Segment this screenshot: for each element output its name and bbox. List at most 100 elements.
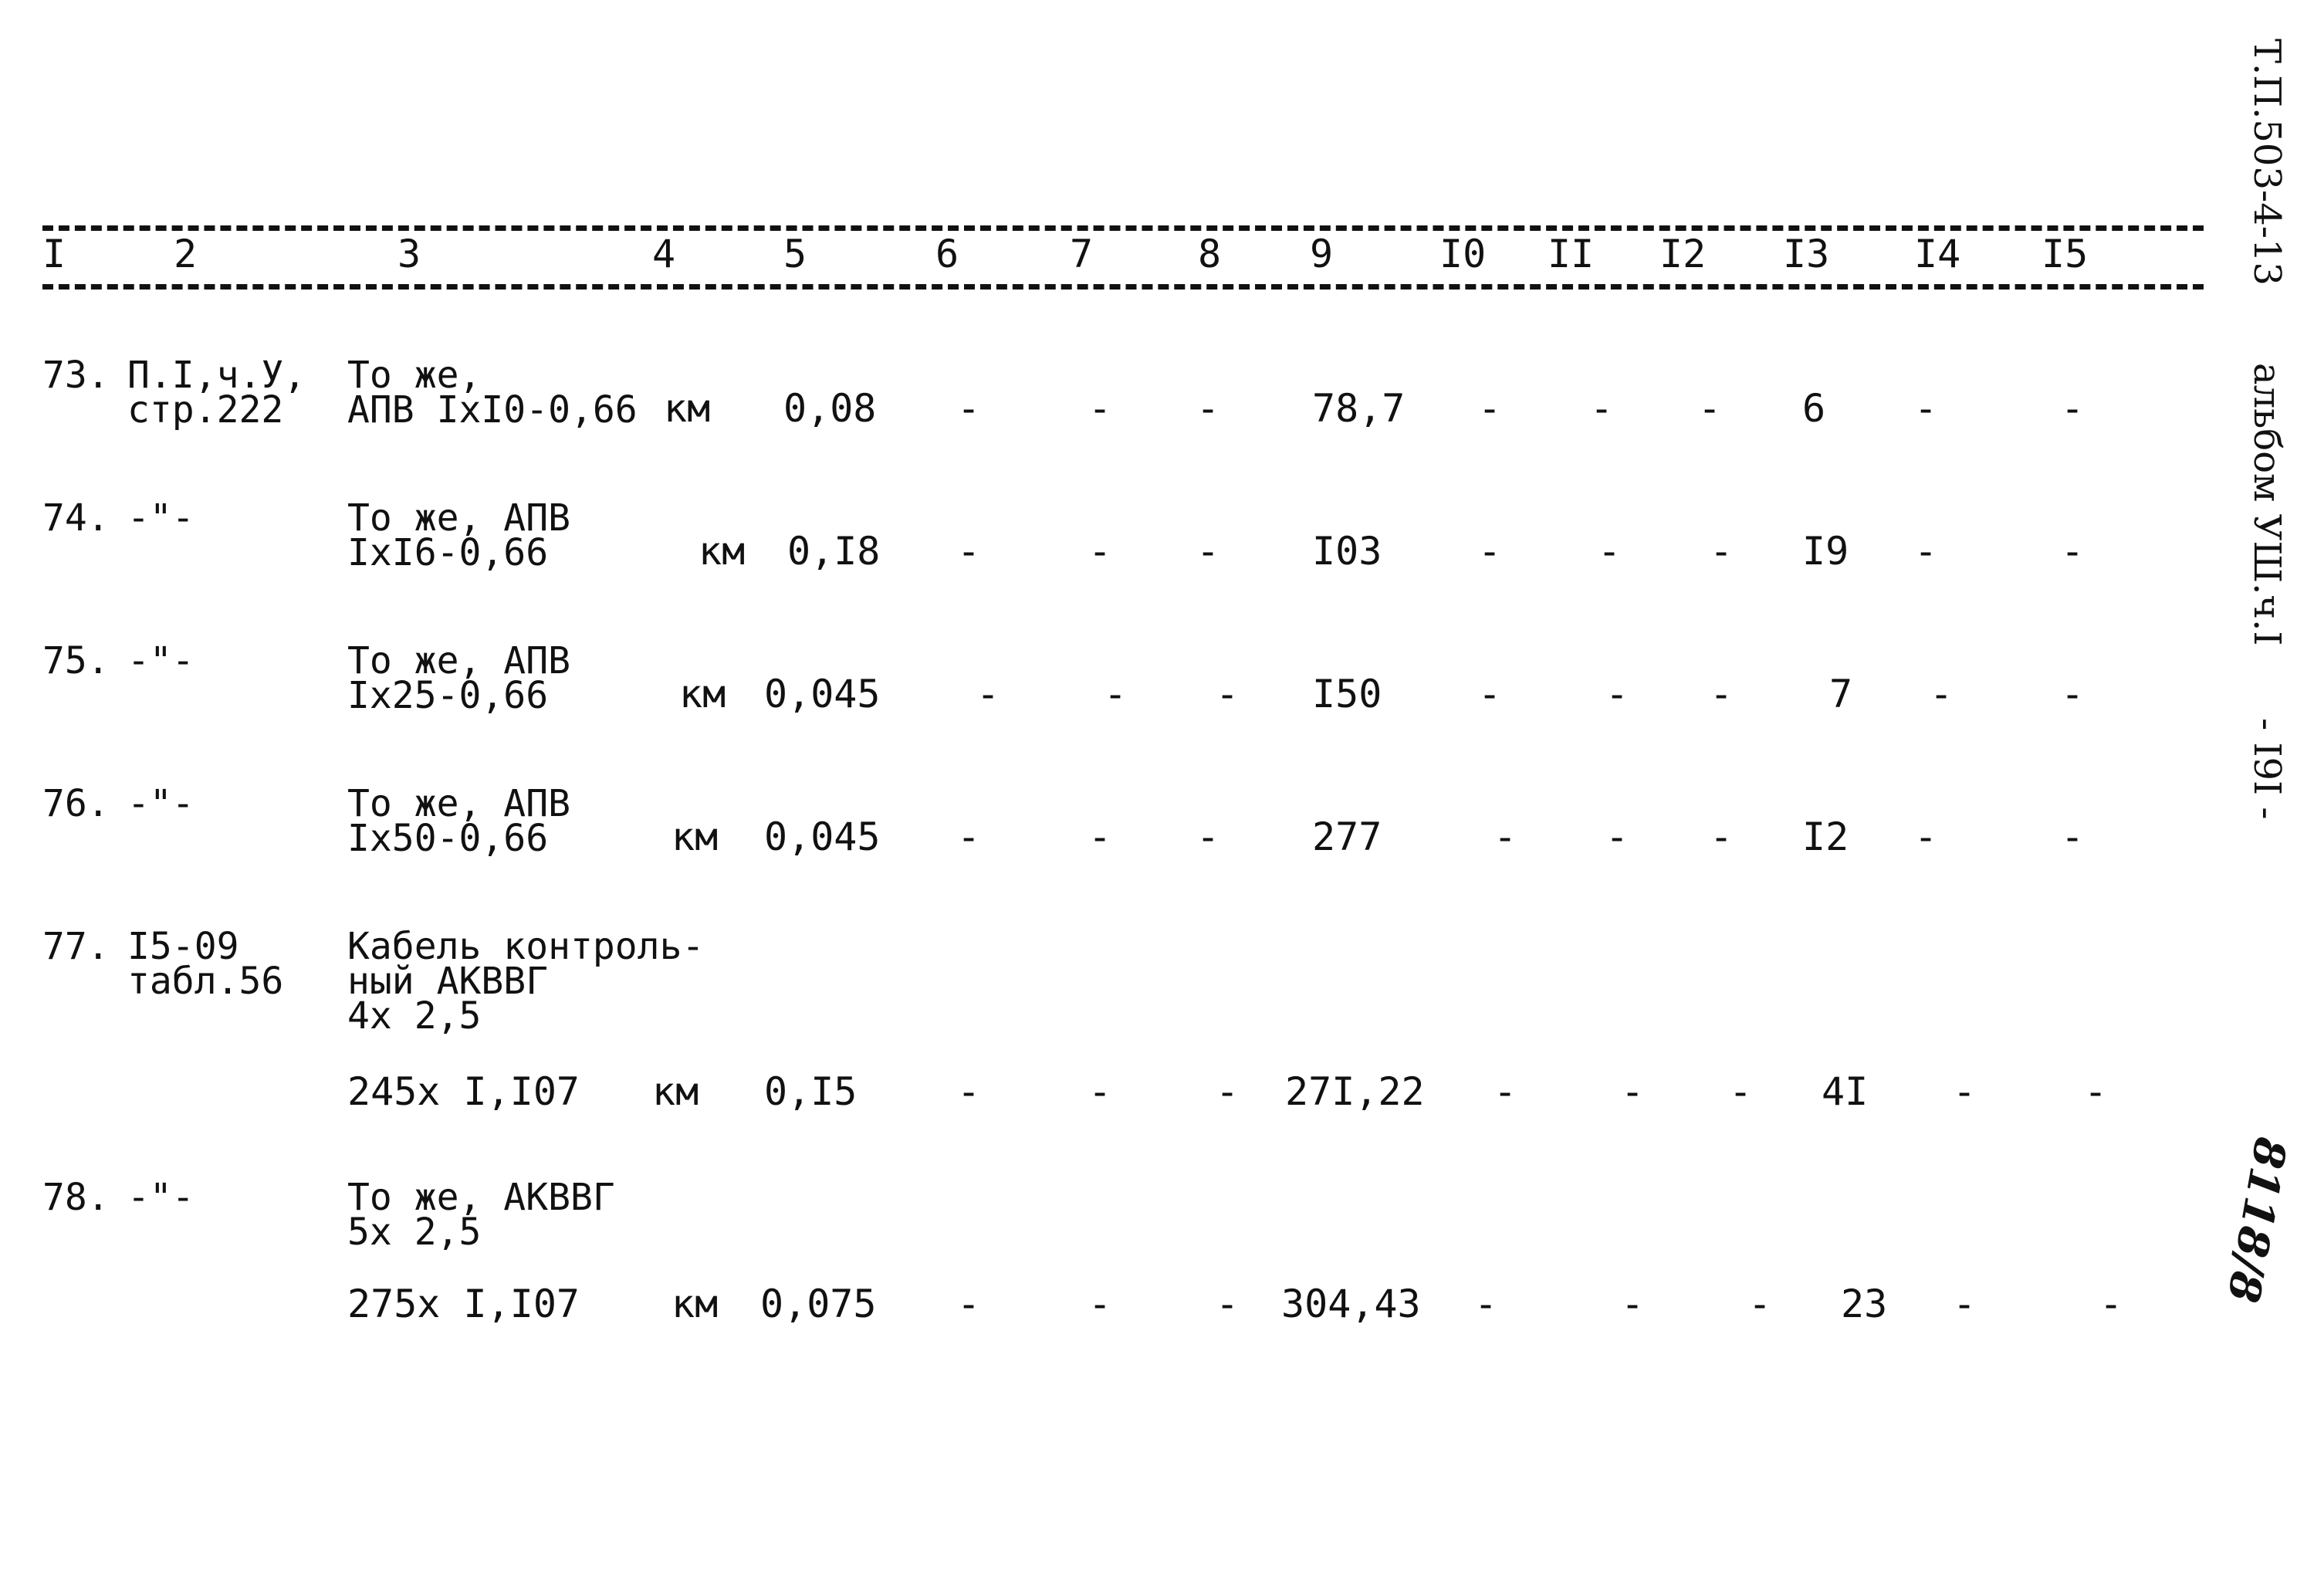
cell-col14: - bbox=[1953, 1069, 1977, 1114]
album-label: альбом УШ.ч.I bbox=[2245, 363, 2288, 646]
cell-col6: - bbox=[957, 386, 981, 431]
cell-col7: - bbox=[1088, 1282, 1112, 1326]
cell-col9: 78,7 bbox=[1312, 386, 1406, 431]
cell-col12: - bbox=[1698, 386, 1722, 431]
document-code: Т.П.503-4-13 bbox=[2245, 39, 2288, 286]
cell-col14: - bbox=[1914, 814, 1938, 859]
cell-col7: - bbox=[1104, 672, 1128, 716]
cell-col15: - bbox=[2084, 1069, 2108, 1114]
page-number: - I9I - bbox=[2245, 718, 2288, 820]
column-header: II bbox=[1548, 232, 1595, 276]
column-header: I4 bbox=[1914, 232, 1961, 276]
column-header: I bbox=[42, 232, 66, 276]
row-quantity: 0,045 bbox=[764, 672, 881, 716]
row-unit: км bbox=[664, 386, 711, 431]
cell-col13: I2 bbox=[1802, 814, 1849, 859]
cell-col7: - bbox=[1088, 814, 1112, 859]
column-header: 9 bbox=[1310, 232, 1334, 276]
row-reference: -"- bbox=[127, 1176, 195, 1219]
row-calculation: 245x I,I07 bbox=[347, 1069, 580, 1114]
row-number: 78. bbox=[42, 1176, 110, 1219]
cell-col14: - bbox=[1953, 1282, 1977, 1326]
cell-col9: I50 bbox=[1312, 672, 1382, 716]
cell-col13: 23 bbox=[1841, 1282, 1888, 1326]
row-quantity: 0,045 bbox=[764, 814, 881, 859]
row-quantity: 0,I5 bbox=[764, 1069, 858, 1114]
cell-col6: - bbox=[976, 672, 1000, 716]
cell-col7: - bbox=[1088, 386, 1112, 431]
row-number: 73. bbox=[42, 354, 110, 397]
column-header: I0 bbox=[1439, 232, 1487, 276]
cell-col8: - bbox=[1196, 814, 1220, 859]
cell-col6: - bbox=[957, 1069, 981, 1114]
column-header: 3 bbox=[397, 232, 421, 276]
row-number: 76. bbox=[42, 782, 110, 825]
cell-col13: 4I bbox=[1822, 1069, 1869, 1114]
cell-col14: - bbox=[1914, 386, 1938, 431]
cell-col14: - bbox=[1930, 672, 1954, 716]
row-unit: км bbox=[671, 1282, 719, 1326]
header-top-rule bbox=[42, 225, 2204, 231]
row-unit: км bbox=[699, 529, 746, 574]
column-header: 4 bbox=[652, 232, 676, 276]
row-calculation: 275x I,I07 bbox=[347, 1282, 580, 1326]
row-reference: -"- bbox=[127, 782, 195, 825]
cell-col13: I9 bbox=[1802, 529, 1849, 574]
cell-col9: I03 bbox=[1312, 529, 1382, 574]
cell-col12: - bbox=[1748, 1282, 1772, 1326]
row-reference: -"- bbox=[127, 496, 195, 540]
row-description: 5x 2,5 bbox=[347, 1211, 482, 1254]
handwritten-note: 8118/8 bbox=[2217, 1133, 2296, 1307]
cell-col8: - bbox=[1216, 1069, 1240, 1114]
cell-col15: - bbox=[2099, 1282, 2123, 1326]
cell-col8: - bbox=[1196, 529, 1220, 574]
cell-col11: - bbox=[1598, 529, 1622, 574]
cell-col11: - bbox=[1621, 1069, 1645, 1114]
cell-col9: 27I,22 bbox=[1285, 1069, 1425, 1114]
cell-col14: - bbox=[1914, 529, 1938, 574]
row-quantity: 0,I8 bbox=[787, 529, 881, 574]
cell-col6: - bbox=[957, 1282, 981, 1326]
column-header: 2 bbox=[174, 232, 198, 276]
cell-col11: - bbox=[1621, 1282, 1645, 1326]
cell-col10: - bbox=[1478, 529, 1502, 574]
header-bottom-rule bbox=[42, 284, 2204, 290]
row-number: 75. bbox=[42, 639, 110, 682]
cell-col15: - bbox=[2061, 386, 2085, 431]
cell-col6: - bbox=[957, 814, 981, 859]
cell-col9: 304,43 bbox=[1281, 1282, 1421, 1326]
row-reference: стр.222 bbox=[127, 388, 284, 432]
row-unit: км bbox=[679, 672, 726, 716]
row-number: 77. bbox=[42, 925, 110, 968]
row-description: Ix25-0,66 bbox=[347, 674, 549, 717]
row-reference: табл.56 bbox=[127, 960, 284, 1003]
cell-col12: - bbox=[1710, 672, 1734, 716]
row-description: АПВ IxI0-0,66 bbox=[347, 388, 638, 432]
row-description: Ix50-0,66 bbox=[347, 817, 549, 860]
column-header: I2 bbox=[1659, 232, 1707, 276]
cell-col13: 6 bbox=[1802, 386, 1826, 431]
cell-col10: - bbox=[1478, 672, 1502, 716]
cell-col10: - bbox=[1494, 814, 1517, 859]
cell-col15: - bbox=[2061, 529, 2085, 574]
cell-col15: - bbox=[2061, 672, 2085, 716]
cell-col11: - bbox=[1590, 386, 1614, 431]
row-unit: км bbox=[652, 1069, 699, 1114]
cell-col13: 7 bbox=[1829, 672, 1853, 716]
row-description: 4x 2,5 bbox=[347, 994, 482, 1038]
cell-col15: - bbox=[2061, 814, 2085, 859]
cell-col11: - bbox=[1605, 814, 1629, 859]
row-quantity: 0,08 bbox=[783, 386, 877, 431]
cell-col6: - bbox=[957, 529, 981, 574]
cell-col9: 277 bbox=[1312, 814, 1382, 859]
column-header: 5 bbox=[783, 232, 807, 276]
cell-col12: - bbox=[1710, 814, 1734, 859]
row-reference: -"- bbox=[127, 639, 195, 682]
cell-col12: - bbox=[1710, 529, 1734, 574]
cell-col12: - bbox=[1729, 1069, 1753, 1114]
column-header: I3 bbox=[1783, 232, 1830, 276]
row-unit: км bbox=[671, 814, 719, 859]
cell-col8: - bbox=[1196, 386, 1220, 431]
column-header: I5 bbox=[2042, 232, 2089, 276]
row-number: 74. bbox=[42, 496, 110, 540]
